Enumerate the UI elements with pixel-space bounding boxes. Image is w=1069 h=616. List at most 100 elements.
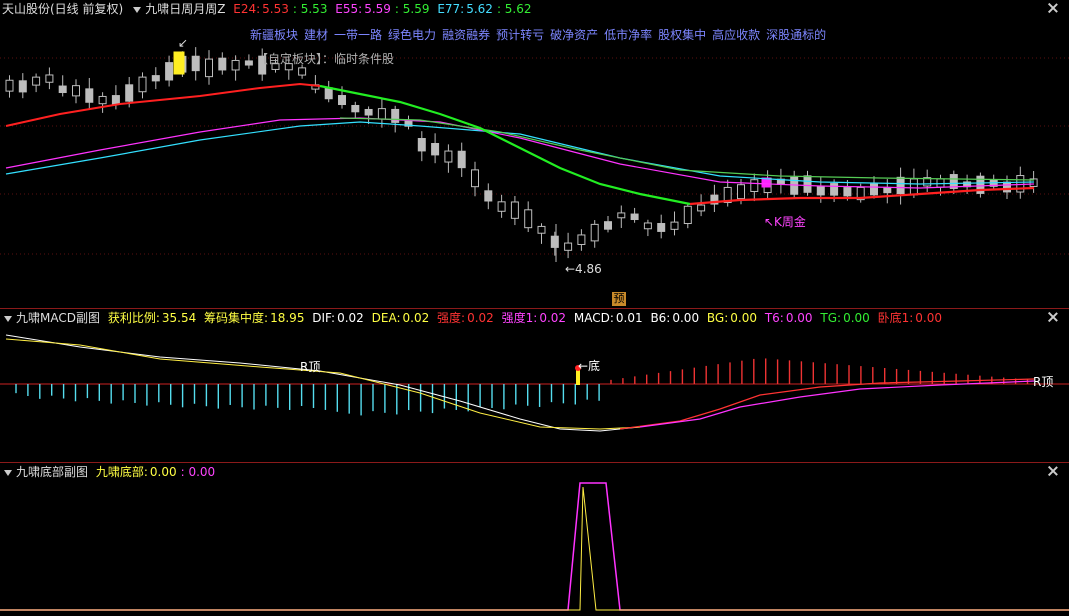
main-chart-panel[interactable]: 天山股份(日线 前复权) 九啸日周月周Z E24: 5.53: 5.53 E55: 5…: [0, 0, 1069, 308]
arrow-annotation-icon: ↙: [178, 36, 189, 50]
candle-body: [364, 108, 373, 116]
tg-label: TG:: [820, 311, 842, 325]
tag[interactable]: 绿色电力: [388, 28, 436, 42]
macd-title[interactable]: 九啸MACD副图: [16, 311, 100, 325]
candle-body: [909, 178, 918, 196]
r-top-label: R顶: [300, 360, 321, 374]
chip-label: 筹码集中度:: [204, 311, 269, 325]
b6-value: 0.00: [672, 311, 700, 325]
ma24-line: [5, 82, 321, 127]
bottom-signal-line: [0, 482, 1069, 611]
candle-body: [657, 223, 666, 232]
candlestick-chart[interactable]: [0, 0, 1069, 308]
e55-value-b: : 5.59: [394, 2, 430, 16]
stock-name[interactable]: 天山股份(日线 前复权): [2, 2, 123, 16]
candle-body: [697, 204, 706, 212]
strength1-line: [639, 380, 1035, 428]
dea-label: DEA:: [371, 311, 401, 325]
candle-body: [244, 60, 253, 66]
tag[interactable]: 预计转亏: [496, 28, 544, 42]
bottom-title[interactable]: 九啸底部副图: [16, 465, 88, 479]
candle-body: [444, 150, 453, 163]
slow-green-line: [339, 117, 1035, 181]
candle-body: [138, 76, 147, 93]
fast-green-line: [319, 84, 691, 206]
candle-body: [125, 84, 134, 102]
k-zhoujin-label: ↖K周金: [764, 215, 806, 229]
e55-value: 5.59: [364, 2, 391, 16]
bottom-chart[interactable]: [0, 463, 1069, 616]
candle-body: [377, 108, 386, 120]
e24-value: 5.53: [262, 2, 289, 16]
bg-label: BG:: [706, 311, 729, 325]
r-top-label-right: R顶: [1033, 375, 1054, 389]
candle-body: [85, 88, 94, 103]
bottom-header: 九啸底部副图 九啸底部: 0.00: 0.00: [0, 463, 219, 481]
dropdown-triangle-icon[interactable]: [133, 6, 142, 13]
dropdown-triangle-icon[interactable]: [4, 469, 12, 476]
macd-chart[interactable]: [0, 309, 1069, 462]
ma77-line: [5, 121, 1035, 185]
bg-value: 0.00: [730, 311, 757, 325]
close-main-icon[interactable]: [1047, 2, 1059, 14]
macd-panel[interactable]: 九啸MACD副图 获利比例: 35.54 筹码集中度: 18.95 DIF: 0.02…: [0, 309, 1069, 462]
candle-body: [231, 59, 240, 71]
e24-value-b: : 5.53: [292, 2, 328, 16]
candle-body: [870, 183, 878, 196]
dropdown-triangle-icon[interactable]: [4, 315, 12, 322]
profit-value: 35.54: [161, 311, 197, 325]
tag[interactable]: 建材: [304, 28, 328, 42]
low-price-label: ←4.86: [565, 262, 602, 276]
bottom-signal-label: ←底: [578, 359, 601, 373]
tag[interactable]: 高应收款: [712, 28, 760, 42]
candle-body: [165, 62, 174, 81]
strength1-value: 0.02: [539, 311, 567, 325]
candle-body: [683, 205, 692, 225]
tag[interactable]: 破净资产: [550, 28, 598, 42]
candle-body: [497, 201, 506, 212]
macd-value: 0.01: [615, 311, 643, 325]
tag[interactable]: 一带一路: [334, 28, 382, 42]
main-header: 天山股份(日线 前复权) 九啸日周月周Z E24: 5.53: 5.53 E55: 5…: [0, 0, 536, 18]
candle-body: [830, 183, 839, 196]
indicator-name[interactable]: 九啸日周月周Z: [145, 2, 225, 16]
e77-value-b: : 5.62: [496, 2, 532, 16]
sector-tags: 新疆板块 建材 一带一路 绿色电力 融资融券 预计转亏 破净资产 低市净率 股权集中 高应收款 深股…: [250, 26, 832, 43]
close-bottom-icon[interactable]: [1047, 465, 1059, 477]
tag[interactable]: 股权集中: [658, 28, 706, 42]
candle-body: [643, 222, 652, 230]
tg-value: 0.00: [843, 311, 870, 325]
tag[interactable]: 融资融券: [442, 28, 490, 42]
tag[interactable]: 低市净率: [604, 28, 652, 42]
candle-body: [524, 209, 533, 229]
candle-body: [98, 95, 107, 105]
candle-body: [205, 58, 213, 78]
candle-body: [151, 75, 160, 82]
candle-body: [457, 150, 466, 169]
candle-body: [1003, 181, 1011, 193]
wodi-label: 卧底1:: [877, 311, 914, 325]
candle-body: [843, 187, 852, 197]
tag[interactable]: 新疆板块: [250, 28, 298, 42]
candle-body: [816, 185, 825, 196]
candle-body: [45, 74, 54, 83]
candle-body: [298, 67, 307, 76]
candle-body: [338, 95, 346, 106]
bottom-panel[interactable]: 九啸底部副图 九啸底部: 0.00: 0.00: [0, 463, 1069, 616]
t6-value: 0.00: [785, 311, 813, 325]
candle-body: [471, 169, 479, 188]
candle-body: [218, 57, 227, 71]
e24-label: E24:: [233, 2, 261, 16]
bottom-value: 0.00: [149, 465, 177, 479]
dif-label: DIF:: [312, 311, 336, 325]
candle-body: [431, 143, 440, 156]
wodi-value: 0.00: [915, 311, 943, 325]
candle-body: [191, 55, 200, 72]
highlight-candle: [173, 51, 185, 75]
candle-body: [803, 175, 812, 193]
candle-body: [670, 221, 679, 230]
close-macd-icon[interactable]: [1047, 311, 1059, 323]
bottom-label: 九啸底部:: [95, 465, 148, 479]
tag[interactable]: 深股通标的: [766, 28, 826, 42]
candle-body: [564, 242, 573, 251]
